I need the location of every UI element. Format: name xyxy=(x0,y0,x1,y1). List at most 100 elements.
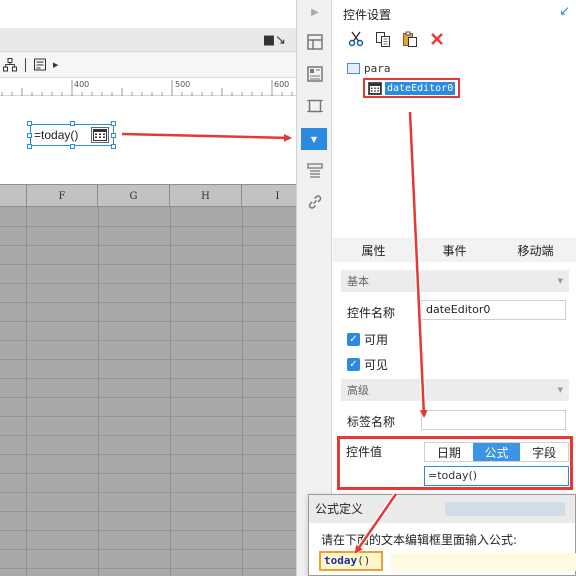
tab-mobile[interactable]: 移动端 xyxy=(495,238,576,262)
list-icon[interactable] xyxy=(305,160,325,180)
widget-tree: para dateEditor0 xyxy=(347,60,567,104)
grid-row-line xyxy=(0,568,296,569)
grid-row-line xyxy=(0,454,296,455)
grid-row-line xyxy=(0,416,296,417)
dialog-title-blur xyxy=(445,502,565,516)
tree-root-para[interactable]: para xyxy=(347,62,391,75)
resize-handle[interactable] xyxy=(111,121,116,126)
grid-row-line xyxy=(0,264,296,265)
widget-name-label: 控件名称 xyxy=(347,306,396,320)
tree-root-label: para xyxy=(364,62,391,75)
grid-row-line xyxy=(0,511,296,512)
resize-handle[interactable] xyxy=(27,144,32,149)
link-icon[interactable] xyxy=(305,192,325,212)
column-header-h[interactable]: H xyxy=(170,185,242,207)
designer-top-area xyxy=(0,0,296,28)
chevron-down-icon: ▼ xyxy=(557,386,563,394)
value-type-formula[interactable]: 公式 xyxy=(472,443,521,461)
section-advanced-title: 高级 xyxy=(347,384,369,397)
value-type-field[interactable]: 字段 xyxy=(520,443,569,461)
resize-handle[interactable] xyxy=(27,133,32,138)
value-type-date[interactable]: 日期 xyxy=(425,443,473,461)
settings-tabs: 属性 事件 移动端 xyxy=(333,238,576,262)
grid-row-line xyxy=(0,549,296,550)
grid-row-line xyxy=(0,473,296,474)
widget-value-group: 控件值 日期 公式 字段 =today() xyxy=(337,436,573,490)
grid-row-line xyxy=(0,226,296,227)
ruler-label-500: 500 xyxy=(175,80,191,89)
delete-icon[interactable] xyxy=(428,30,446,48)
visible-label: 可见 xyxy=(364,358,389,372)
visible-checkbox[interactable]: ✓ 可见 xyxy=(347,356,388,373)
dialog-title-bar[interactable]: 公式定义 xyxy=(309,495,575,523)
resize-handle[interactable] xyxy=(111,144,116,149)
ruler-label-600: 600 xyxy=(274,80,290,89)
date-widget-icon[interactable]: ▼ xyxy=(301,128,327,150)
spreadsheet-grid[interactable]: F G H I xyxy=(0,184,296,576)
expand-arrow-icon[interactable]: ▶ xyxy=(305,2,325,22)
tab-events[interactable]: 事件 xyxy=(414,238,495,262)
date-widget-value: =today() xyxy=(34,128,79,142)
copy-icon[interactable] xyxy=(374,30,392,48)
calendar-icon xyxy=(368,81,382,95)
tag-name-field[interactable] xyxy=(421,410,566,430)
widget-name-field[interactable]: dateEditor0 xyxy=(421,300,566,320)
panel-icon xyxy=(347,63,360,74)
widget-value-input[interactable]: =today() xyxy=(424,466,569,486)
grid-column-line xyxy=(98,207,99,576)
tree-node-label: dateEditor0 xyxy=(385,81,456,95)
resize-handle[interactable] xyxy=(111,133,116,138)
grid-row-line xyxy=(0,283,296,284)
designer-toolbar: ■↘ xyxy=(0,28,296,52)
pin-icon[interactable]: ■↘ xyxy=(263,33,286,48)
ruler-label-400: 400 xyxy=(74,80,90,89)
resize-handle[interactable] xyxy=(70,144,75,149)
tag-name-label: 标签名称 xyxy=(347,415,396,429)
column-header-g[interactable]: G xyxy=(98,185,170,207)
grid-row-line xyxy=(0,359,296,360)
grid-row-line xyxy=(0,302,296,303)
grid-row-line xyxy=(0,321,296,322)
formula-function: today xyxy=(324,554,358,567)
date-editor-widget[interactable]: =today() xyxy=(30,124,114,146)
grid-row-line xyxy=(0,245,296,246)
resize-handle[interactable] xyxy=(70,121,75,126)
collapse-panel-icon[interactable]: ↙ xyxy=(559,4,570,19)
checkmark-icon: ✓ xyxy=(347,333,360,346)
grid-column-line xyxy=(242,207,243,576)
form-edit-icon[interactable] xyxy=(33,57,49,73)
grid-row-line xyxy=(0,530,296,531)
layout-icon[interactable] xyxy=(305,32,325,52)
horizontal-ruler: 400 500 600 xyxy=(0,78,296,96)
hierarchy-icon[interactable] xyxy=(2,57,18,73)
checkmark-icon: ✓ xyxy=(347,358,360,371)
image-grid-icon[interactable] xyxy=(305,64,325,84)
chevron-down-icon: ▼ xyxy=(557,277,563,285)
section-advanced-header[interactable]: 高级 ▼ xyxy=(341,379,569,401)
grid-row-line xyxy=(0,340,296,341)
grid-row-line xyxy=(0,492,296,493)
column-header-i[interactable]: I xyxy=(242,185,296,207)
column-header-f[interactable]: F xyxy=(26,185,98,207)
formula-editor-input[interactable]: today() xyxy=(319,551,383,571)
frame-icon[interactable] xyxy=(305,96,325,116)
panel-title: 控件设置 xyxy=(343,8,392,22)
enabled-label: 可用 xyxy=(364,333,389,347)
formula-paren: () xyxy=(357,554,371,567)
enabled-checkbox[interactable]: ✓ 可用 xyxy=(347,331,388,348)
tab-properties[interactable]: 属性 xyxy=(333,238,414,262)
section-basic-header[interactable]: 基本 ▼ xyxy=(341,270,569,292)
panel-toolbar xyxy=(347,30,446,48)
formula-editor-line[interactable] xyxy=(391,553,576,571)
report-designer: ■↘ ▶ 400 500 600 =today() F G H I xyxy=(0,0,296,576)
toolbar-dropdown-icon[interactable]: ▶ xyxy=(53,61,58,69)
tree-node-dateeditor[interactable]: dateEditor0 xyxy=(363,78,461,98)
section-basic-title: 基本 xyxy=(347,275,369,288)
widget-toolbar: ▶ xyxy=(0,52,296,78)
grid-row-line xyxy=(0,397,296,398)
cut-icon[interactable] xyxy=(347,30,365,48)
grid-row-line xyxy=(0,435,296,436)
paste-icon[interactable] xyxy=(401,30,419,48)
side-icon-strip: ▶ ▼ xyxy=(296,0,332,576)
resize-handle[interactable] xyxy=(27,121,32,126)
